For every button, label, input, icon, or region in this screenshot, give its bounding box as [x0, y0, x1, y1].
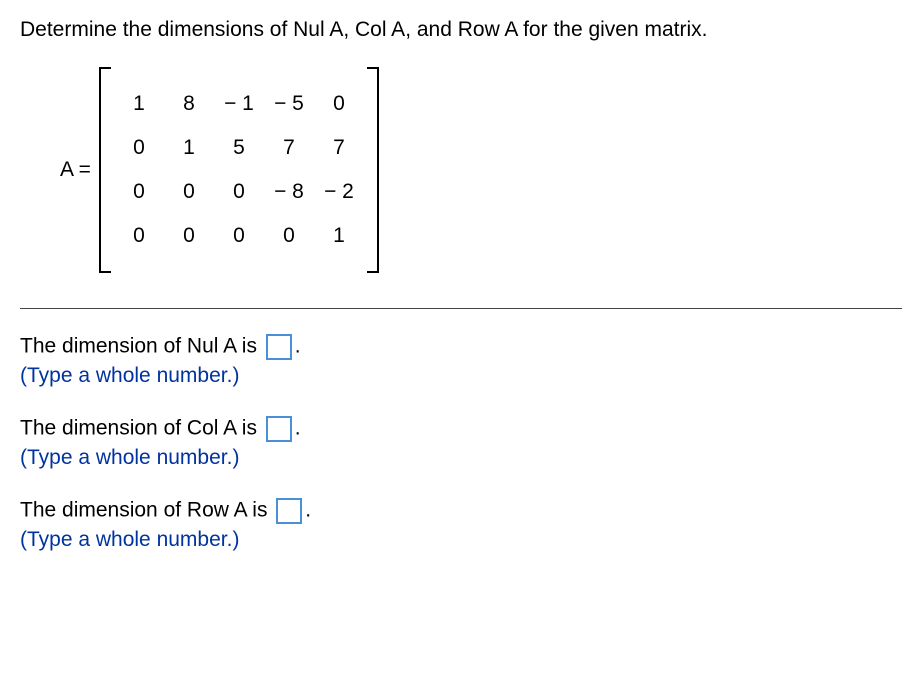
matrix-row: 1 8 − 1 − 5 0: [114, 82, 364, 126]
answer-input-nul[interactable]: [266, 334, 292, 360]
hint-text: (Type a whole number.): [20, 446, 902, 470]
prompt-post: .: [295, 417, 301, 440]
matrix-cell: 1: [314, 224, 364, 248]
answer-block-col: The dimension of Col A is . (Type a whol…: [20, 416, 902, 470]
matrix-cell: 0: [214, 180, 264, 204]
answer-block-nul: The dimension of Nul A is . (Type a whol…: [20, 334, 902, 388]
matrix-container: A = 1 8 − 1 − 5 0 0 1 5 7 7 0 0 0 − 8 − …: [60, 67, 902, 273]
matrix-cell: − 2: [314, 180, 364, 204]
matrix-cell: − 1: [214, 92, 264, 116]
matrix-cell: 7: [314, 136, 364, 160]
matrix-cell: 0: [114, 180, 164, 204]
matrix-row: 0 0 0 0 1: [114, 214, 364, 258]
matrix-cell: 7: [264, 136, 314, 160]
matrix-cell: 0: [314, 92, 364, 116]
hint-text: (Type a whole number.): [20, 528, 902, 552]
matrix: 1 8 − 1 − 5 0 0 1 5 7 7 0 0 0 − 8 − 2 0 …: [99, 67, 379, 273]
matrix-cell: 0: [164, 224, 214, 248]
divider: [20, 308, 902, 309]
prompt-pre: The dimension of Row A is: [20, 499, 273, 522]
prompt-pre: The dimension of Col A is: [20, 417, 263, 440]
prompt-post: .: [295, 335, 301, 358]
prompt-post: .: [305, 499, 311, 522]
answer-input-row[interactable]: [276, 498, 302, 524]
answer-input-col[interactable]: [266, 416, 292, 442]
matrix-row: 0 0 0 − 8 − 2: [114, 170, 364, 214]
matrix-cell: 0: [114, 136, 164, 160]
answer-line: The dimension of Nul A is .: [20, 334, 902, 360]
matrix-cell: 0: [164, 180, 214, 204]
answer-line: The dimension of Row A is .: [20, 498, 902, 524]
answer-block-row: The dimension of Row A is . (Type a whol…: [20, 498, 902, 552]
hint-text: (Type a whole number.): [20, 364, 902, 388]
matrix-cell: 0: [214, 224, 264, 248]
matrix-row: 0 1 5 7 7: [114, 126, 364, 170]
matrix-cell: − 8: [264, 180, 314, 204]
matrix-cell: − 5: [264, 92, 314, 116]
matrix-cell: 0: [114, 224, 164, 248]
prompt-pre: The dimension of Nul A is: [20, 335, 263, 358]
matrix-cell: 1: [114, 92, 164, 116]
question-text: Determine the dimensions of Nul A, Col A…: [20, 18, 902, 42]
matrix-cell: 1: [164, 136, 214, 160]
matrix-label: A =: [60, 158, 91, 182]
matrix-cell: 0: [264, 224, 314, 248]
answer-line: The dimension of Col A is .: [20, 416, 902, 442]
matrix-cell: 8: [164, 92, 214, 116]
matrix-cell: 5: [214, 136, 264, 160]
